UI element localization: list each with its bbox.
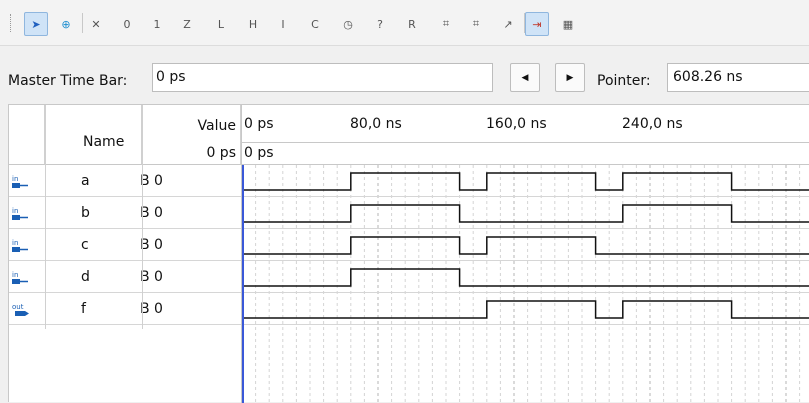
arrow-left-icon: ◀ xyxy=(521,72,529,83)
svg-text:in: in xyxy=(12,207,18,215)
signal-value: B 0 xyxy=(140,173,163,189)
input-pin-icon: in xyxy=(12,174,30,188)
next-transition-button[interactable]: ▶ xyxy=(555,63,585,92)
grid-icon: ⌗ xyxy=(472,17,480,30)
weak-low-icon: L xyxy=(217,17,225,31)
overwrite-button[interactable]: ↗ xyxy=(496,12,520,36)
toolbar-separator xyxy=(82,13,83,33)
invert-button[interactable]: I xyxy=(271,12,295,36)
waveform-d xyxy=(242,268,809,287)
svg-text:out: out xyxy=(12,303,24,311)
clock-button[interactable]: ◷ xyxy=(336,12,360,36)
forcing-unknown-icon: ✕ xyxy=(91,17,101,31)
weak-high-icon: H xyxy=(248,17,258,31)
waveform-f xyxy=(242,300,809,319)
svg-text:in: in xyxy=(12,271,18,279)
selection-tool-icon: ➤ xyxy=(31,17,41,31)
waveform-toolbar: ➤ ⊕ ✕ 0 1 Z L H I C ◷? R ⌗ ⌗ ↗ ⇥ ▦ xyxy=(0,0,809,46)
forcing-low-button[interactable]: 0 xyxy=(115,12,139,36)
arbitrary-value-button[interactable]: ? xyxy=(368,12,392,36)
svg-text:in: in xyxy=(12,175,18,183)
toolbar-grip[interactable] xyxy=(10,14,12,32)
name-header-label: Name xyxy=(83,134,125,150)
pointer-field[interactable]: 608.26 ns xyxy=(667,63,809,92)
waveform-b xyxy=(242,204,809,223)
arbitrary-value-icon: ? xyxy=(377,17,383,31)
previous-transition-button[interactable]: ◀ xyxy=(510,63,540,92)
clock-icon: ◷ xyxy=(343,17,353,31)
grid-button[interactable]: ⌗ xyxy=(464,12,488,36)
signal-value: B 0 xyxy=(140,269,163,285)
column-divider xyxy=(142,105,143,329)
signal-row-c[interactable]: in c B 0 xyxy=(9,229,241,261)
zoom-tool-button[interactable]: ⊕ xyxy=(54,12,78,36)
time-tick-label: 0 ps xyxy=(244,116,274,132)
count-value-icon: C xyxy=(311,17,319,31)
time-tick-label: 160,0 ns xyxy=(486,116,547,132)
signal-row-a[interactable]: in a B 0 xyxy=(9,165,241,197)
time-bar-row: Master Time Bar: 0 ps ◀ ▶ Pointer: 608.2… xyxy=(0,46,809,104)
invert-icon: I xyxy=(281,17,285,31)
signal-name: f xyxy=(81,301,86,317)
signal-value: B 0 xyxy=(140,205,163,221)
value-column-header[interactable]: Value 0 ps xyxy=(142,105,241,165)
fit-window-icon: ⇥ xyxy=(532,17,542,31)
waveform-c xyxy=(242,236,809,255)
signal-table: Name Value 0 ps 0 ps 80,0 ns 160,0 ns 240,0… xyxy=(8,104,809,403)
zoom-tool-icon: ⊕ xyxy=(61,17,71,31)
input-pin-icon: in xyxy=(12,270,30,284)
svg-text:in: in xyxy=(12,239,18,247)
value-header-time: 0 ps xyxy=(206,145,236,161)
input-pin-icon: in xyxy=(12,206,30,220)
signal-value: B 0 xyxy=(140,237,163,253)
time-tick-label: 80,0 ns xyxy=(350,116,402,132)
waveform-a xyxy=(242,172,809,191)
overwrite-icon: ↗ xyxy=(503,17,513,31)
signal-name: c xyxy=(81,237,89,253)
forcing-high-button[interactable]: 1 xyxy=(145,12,169,36)
selection-tool-button[interactable]: ➤ xyxy=(24,12,48,36)
output-pin-icon: out xyxy=(12,302,30,316)
random-value-button[interactable]: R xyxy=(400,12,424,36)
master-time-bar-label: Master Time Bar: xyxy=(8,73,128,89)
forcing-high-icon: 1 xyxy=(153,17,161,31)
arrow-right-icon: ▶ xyxy=(566,72,574,83)
high-impedance-icon: Z xyxy=(183,17,191,31)
master-time-bar-field[interactable]: 0 ps xyxy=(152,63,493,92)
random-value-icon: R xyxy=(408,17,416,31)
high-impedance-button[interactable]: Z xyxy=(175,12,199,36)
signal-row-d[interactable]: in d B 0 xyxy=(9,261,241,293)
forcing-unknown-button[interactable]: ✕ xyxy=(84,12,108,36)
group-bus-icon: ▦ xyxy=(562,17,574,31)
group-bus-button[interactable]: ▦ xyxy=(556,12,580,36)
signal-name: b xyxy=(81,205,90,221)
signal-name: d xyxy=(81,269,90,285)
snap-to-grid-icon: ⌗ xyxy=(442,17,450,30)
pointer-label: Pointer: xyxy=(597,73,651,89)
time-scale[interactable]: 0 ps 80,0 ns 160,0 ns 240,0 ns xyxy=(241,105,809,143)
weak-high-button[interactable]: H xyxy=(241,12,265,36)
signal-row-b[interactable]: in b B 0 xyxy=(9,197,241,229)
input-pin-icon: in xyxy=(12,238,30,252)
value-header-label: Value xyxy=(197,118,236,134)
column-divider xyxy=(45,105,46,329)
weak-low-button[interactable]: L xyxy=(209,12,233,36)
master-time-bar-cursor[interactable] xyxy=(242,165,244,403)
icon-column-header xyxy=(9,105,45,165)
cursor-time-label: 0 ps xyxy=(244,145,274,161)
name-column-header[interactable]: Name xyxy=(45,105,142,165)
signal-value: B 0 xyxy=(140,301,163,317)
fit-window-button[interactable]: ⇥ xyxy=(525,12,549,36)
signal-name: a xyxy=(81,173,90,189)
cursor-time-row: 0 ps xyxy=(241,143,809,165)
signal-row-f[interactable]: out f B 0 xyxy=(9,293,241,325)
count-value-button[interactable]: C xyxy=(303,12,327,36)
time-tick-label: 240,0 ns xyxy=(622,116,683,132)
snap-to-grid-button[interactable]: ⌗ xyxy=(434,12,458,36)
waveform-area[interactable] xyxy=(242,165,809,403)
forcing-low-icon: 0 xyxy=(123,17,131,31)
